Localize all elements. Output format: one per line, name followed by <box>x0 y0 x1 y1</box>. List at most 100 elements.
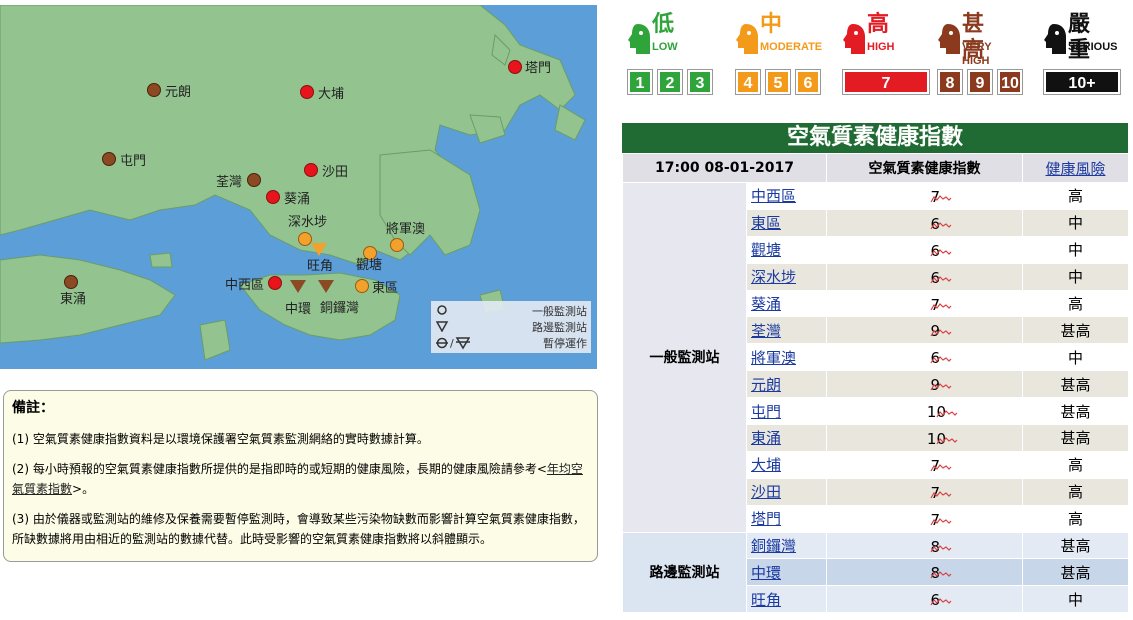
trend-chart-icon[interactable] <box>930 382 952 392</box>
trend-link[interactable] <box>930 486 952 504</box>
station-link[interactable]: 東涌 <box>751 429 781 447</box>
station-link[interactable]: 旺角 <box>751 591 781 609</box>
risk-cell: 中 <box>1022 343 1129 372</box>
trend-chart-icon[interactable] <box>930 490 952 500</box>
station-pin-central-western[interactable] <box>268 276 282 290</box>
station-pin-eastern[interactable] <box>355 279 369 293</box>
trend-chart-icon[interactable] <box>930 597 952 607</box>
trend-link[interactable] <box>930 566 952 584</box>
level-name-zh: 嚴重 <box>1068 12 1091 63</box>
risk-cell: 中 <box>1022 585 1129 614</box>
station-cell: 東涌 <box>746 424 827 452</box>
station-pin-tap-mun[interactable] <box>508 60 522 74</box>
trend-link[interactable] <box>930 513 952 531</box>
risk-cell: 甚高 <box>1022 370 1129 399</box>
station-link[interactable]: 塔門 <box>751 510 781 528</box>
trend-link[interactable] <box>930 593 952 611</box>
risk-cell: 甚高 <box>1022 558 1129 587</box>
station-label: 中西區 <box>225 278 265 293</box>
station-pin-yuen-long[interactable] <box>147 83 161 97</box>
legend-general: 一般監測站 <box>532 305 587 318</box>
station-link[interactable]: 中西區 <box>751 187 796 205</box>
level-box-3: 3 <box>687 69 713 95</box>
trend-chart-icon[interactable] <box>936 436 958 446</box>
station-pin-tuen-mun[interactable] <box>102 152 116 166</box>
station-pin-tseung-kwan-o[interactable] <box>390 238 404 252</box>
trend-link[interactable] <box>930 324 952 342</box>
station-pin-sha-tin[interactable] <box>304 163 318 177</box>
trend-link[interactable] <box>936 432 958 450</box>
general-stations-group: 一般監測站 <box>622 182 747 533</box>
report-time: 17:00 08-01-2017 <box>622 153 827 183</box>
risk-cell: 甚高 <box>1022 397 1129 426</box>
aqhi-cell: 7 <box>826 289 1023 318</box>
trend-chart-icon[interactable] <box>930 248 952 258</box>
trend-link[interactable] <box>930 271 952 289</box>
station-link[interactable]: 屯門 <box>751 403 781 421</box>
station-pin-tung-chung[interactable] <box>64 275 78 289</box>
trend-link[interactable] <box>930 190 952 208</box>
trend-chart-icon[interactable] <box>930 302 952 312</box>
roadside-pin-central[interactable] <box>290 280 306 293</box>
station-pin-tai-po[interactable] <box>300 85 314 99</box>
station-link[interactable]: 觀塘 <box>751 241 781 259</box>
health-risk-link[interactable]: 健康風險 <box>1045 160 1105 178</box>
station-label: 銅鑼灣 <box>320 301 360 316</box>
trend-chart-icon[interactable] <box>930 463 952 473</box>
station-label: 旺角 <box>307 259 334 274</box>
trend-chart-icon[interactable] <box>930 355 952 365</box>
station-cell: 塔門 <box>746 504 827 533</box>
column-aqhi: 空氣質素健康指數 <box>826 153 1023 183</box>
station-link[interactable]: 葵涌 <box>751 295 781 313</box>
station-link[interactable]: 大埔 <box>751 456 781 474</box>
trend-link[interactable] <box>930 351 952 369</box>
trend-link[interactable] <box>930 217 952 235</box>
station-pin-sham-shui-po[interactable] <box>298 232 312 246</box>
level-box-2: 2 <box>657 69 683 95</box>
risk-cell: 中 <box>1022 262 1129 291</box>
face-icon <box>938 24 960 54</box>
legend-suspended: 暫停運作 <box>543 337 587 350</box>
level-name-en: MODERATE <box>760 41 823 53</box>
station-cell: 銅鑼灣 <box>746 531 827 560</box>
trend-chart-icon[interactable] <box>936 409 958 419</box>
station-pin-tsuen-wan[interactable] <box>247 173 261 187</box>
note-1: (1) 空氣質素健康指數資料是以環境保護署空氣質素監測網絡的實時數據計算。 <box>12 432 429 446</box>
station-link[interactable]: 銅鑼灣 <box>751 537 796 555</box>
trend-chart-icon[interactable] <box>930 194 952 204</box>
station-link[interactable]: 深水埗 <box>751 268 796 286</box>
station-link[interactable]: 沙田 <box>751 483 781 501</box>
aqhi-cell: 10 <box>826 397 1023 426</box>
trend-chart-icon[interactable] <box>930 328 952 338</box>
table-body: 一般監測站 中西區 7 高東區 6 中觀塘 6 中深水埗 6 中葵涌 7 高荃灣 9 甚高 將軍澳 6 中元朗 9… <box>622 182 1129 614</box>
trend-link[interactable] <box>930 378 952 396</box>
risk-cell: 高 <box>1022 182 1129 210</box>
station-link[interactable]: 東區 <box>751 214 781 232</box>
station-label: 東涌 <box>60 292 87 307</box>
table-title: 空氣質素健康指數 <box>622 123 1128 153</box>
trend-chart-icon[interactable] <box>930 544 952 554</box>
trend-chart-icon[interactable] <box>930 570 952 580</box>
roadside-stations-group: 路邊監測站 <box>622 531 747 614</box>
roadside-pin-causeway-bay[interactable] <box>318 280 334 293</box>
station-link[interactable]: 元朗 <box>751 376 781 394</box>
station-label: 中環 <box>285 302 312 317</box>
station-link[interactable]: 中環 <box>751 564 781 582</box>
trend-link[interactable] <box>930 459 952 477</box>
trend-link[interactable] <box>930 244 952 262</box>
aqhi-cell: 6 <box>826 262 1023 291</box>
trend-chart-icon[interactable] <box>930 221 952 231</box>
trend-chart-icon[interactable] <box>930 275 952 285</box>
trend-link[interactable] <box>930 540 952 558</box>
station-link[interactable]: 荃灣 <box>751 322 781 340</box>
station-pin-kwai-chung[interactable] <box>266 190 280 204</box>
trend-link[interactable] <box>936 405 958 423</box>
station-link[interactable]: 將軍澳 <box>751 349 796 367</box>
level-box-10: 10 <box>997 69 1023 95</box>
aqhi-cell: 7 <box>826 477 1023 506</box>
aqhi-cell: 8 <box>826 558 1023 587</box>
aqhi-cell: 10 <box>826 424 1023 452</box>
station-cell: 葵涌 <box>746 289 827 318</box>
trend-chart-icon[interactable] <box>930 517 952 527</box>
trend-link[interactable] <box>930 298 952 316</box>
